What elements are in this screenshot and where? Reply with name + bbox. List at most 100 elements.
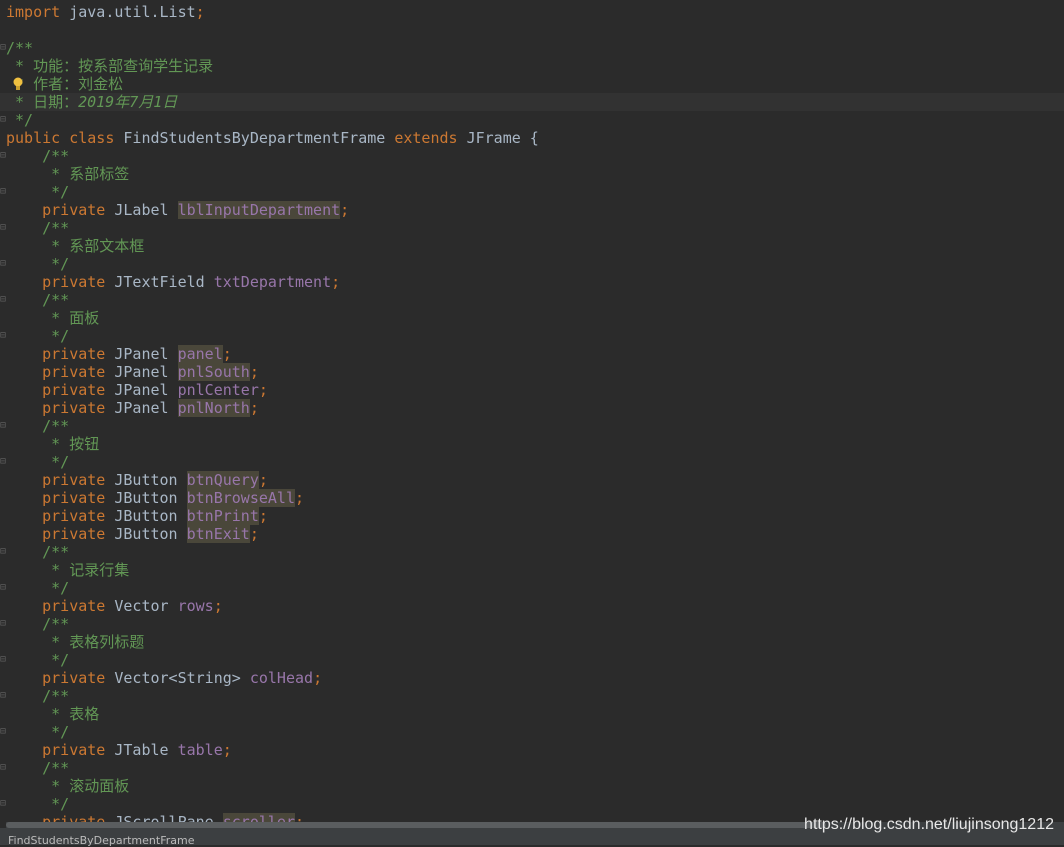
code-token: Vector [114,597,178,615]
code-text: private JPanel pnlNorth; [6,399,259,417]
code-token: private [6,669,115,687]
code-text: * 按钮 [6,435,99,453]
code-token: btnPrint [186,507,259,525]
code-token: panel [177,345,223,363]
code-text: * 面板 [6,309,99,327]
code-token: * 系部文本框 [6,237,145,255]
code-token: JPanel [114,381,178,399]
code-text: /** [6,147,69,165]
code-text: /** [6,417,69,435]
code-token: */ [6,183,70,201]
code-text: private JPanel pnlCenter; [6,381,268,399]
code-token: rows [177,597,214,615]
code-text: * 表格 [6,705,99,723]
code-token: ; [258,471,268,489]
code-token: * 作者：刘金松 [6,75,124,93]
code-token: JScrollPane [114,813,223,822]
code-token: /** [6,39,34,57]
code-token: /** [6,687,70,705]
lightbulb-icon[interactable] [13,77,23,91]
code-token: * 表格列标题 [6,633,145,651]
code-token: private [6,489,115,507]
code-token: btnQuery [186,471,259,489]
code-token: ; [222,741,232,759]
code-token: * 日期： [6,93,79,111]
code-token: ; [249,399,259,417]
code-token: */ [6,795,70,813]
code-token: extends [394,129,467,147]
code-token: JButton [114,507,187,525]
code-text: */ [6,327,69,345]
code-text: /** [6,219,69,237]
code-token: /** [6,417,70,435]
code-token: * 系部标签 [6,165,130,183]
code-text: * 作者：刘金松 [6,75,123,93]
code-text: private JTextField txtDepartment; [6,273,340,291]
code-token: private [6,741,115,759]
code-text: private JPanel panel; [6,345,232,363]
code-token: btnExit [186,525,250,543]
code-token: */ [6,579,70,597]
breadcrumb[interactable]: FindStudentsByDepartmentFrame [8,834,194,847]
code-token: JButton [114,471,187,489]
code-token: ; [340,201,350,219]
code-token: ; [249,363,259,381]
code-token: ; [249,525,259,543]
code-token: JButton [114,489,187,507]
code-token: private [6,597,115,615]
code-token: JTextField [114,273,214,291]
code-text: private JButton btnBrowseAll; [6,489,304,507]
code-text: * 系部标签 [6,165,129,183]
code-token: */ [6,111,34,129]
code-token: */ [6,453,70,471]
code-token: ; [222,345,232,363]
code-token: pnlNorth [177,399,250,417]
code-token: /** [6,615,70,633]
code-token: /** [6,759,70,777]
code-token: pnlCenter [177,381,259,399]
code-token: JButton [114,525,187,543]
code-text: */ [6,579,69,597]
code-text: * 日期：2019年7月1日 [6,93,177,111]
code-text: public class FindStudentsByDepartmentFra… [6,129,539,147]
code-token: ; [258,381,268,399]
code-token: private [6,273,115,291]
code-text: private Vector rows; [6,597,223,615]
code-text: private JPanel pnlSouth; [6,363,259,381]
code-token: private [6,201,115,219]
code-token: pnlSouth [177,363,250,381]
code-token: private [6,813,115,822]
code-token: lblInputDepartment [177,201,341,219]
code-token: */ [6,651,70,669]
code-text: private JLabel lblInputDepartment; [6,201,349,219]
code-token: */ [6,255,70,273]
code-text: */ [6,453,69,471]
code-token: ; [258,507,268,525]
code-token: JPanel [114,399,178,417]
code-token: import [6,3,70,21]
code-token: colHead [249,669,314,687]
code-token: private [6,381,115,399]
code-text: /** [6,687,69,705]
code-text: /** [6,543,69,561]
code-text: */ [6,723,69,741]
code-token: private [6,525,115,543]
code-text: private JButton btnPrint; [6,507,268,525]
code-text: * 滚动面板 [6,777,129,795]
watermark: https://blog.csdn.net/liujinsong1212 [804,816,1054,833]
code-line[interactable]: * 日期：2019年7月1日 [0,93,1064,111]
code-token: JPanel [114,345,178,363]
code-text: private JButton btnQuery; [6,471,268,489]
code-token: ; [295,489,305,507]
code-token: txtDepartment [213,273,332,291]
code-token: java.util.List [69,3,196,21]
code-token: ; [313,669,323,687]
code-text: * 表格列标题 [6,633,144,651]
code-token: JFrame { [466,129,539,147]
code-editor[interactable]: import java.util.List; ⊟/** * 功能：按系部查询学生记… [0,0,1064,822]
code-token: private [6,399,115,417]
code-text: private JTable table; [6,741,232,759]
code-text: */ [6,111,33,129]
code-token: private [6,363,115,381]
code-token: JTable [114,741,178,759]
